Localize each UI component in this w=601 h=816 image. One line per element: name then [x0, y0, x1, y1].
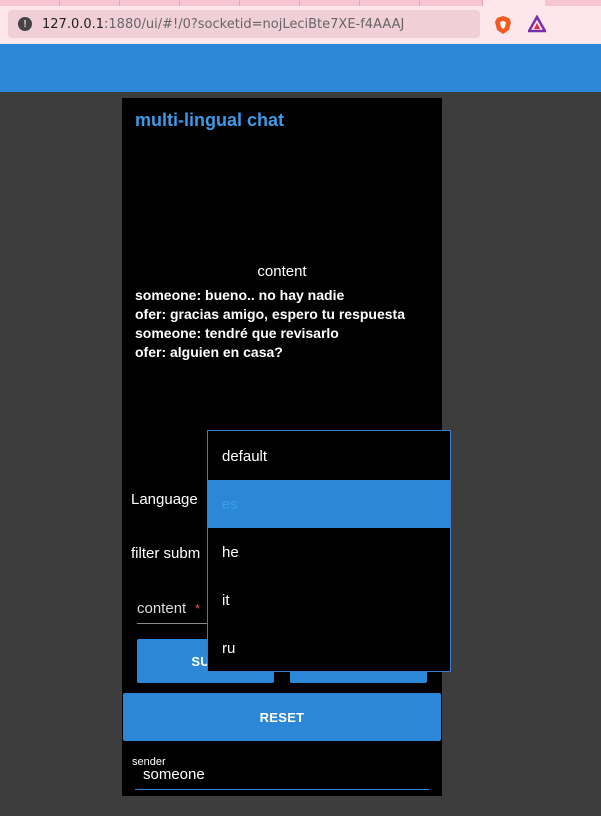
message-item: someone: bueno.. no hay nadie [135, 287, 345, 303]
dropdown-option-he[interactable]: he [208, 528, 450, 576]
info-icon[interactable]: ! [18, 17, 32, 31]
dropdown-option-ru[interactable]: ru [208, 624, 450, 672]
message-item: ofer: gracias amigo, espero tu respuesta [135, 306, 405, 322]
card-title: multi-lingual chat [135, 110, 285, 130]
required-mark: * [195, 601, 201, 616]
sender-input[interactable] [135, 766, 429, 783]
app-header [0, 44, 601, 92]
message-item: ofer: alguien en casa? [135, 344, 283, 360]
language-label: Language [131, 491, 198, 508]
brave-shield-icon[interactable] [494, 15, 512, 35]
dropdown-option-it[interactable]: it [208, 576, 450, 624]
language-dropdown-menu[interactable]: default es he it ru [207, 430, 451, 672]
dropdown-option-default[interactable]: default [208, 432, 450, 480]
address-bar-row: ! 127.0.0.1:1880/ui/#!/0?socketid=nojLec… [0, 6, 601, 44]
reset-button[interactable]: RESET [123, 693, 441, 741]
url-text[interactable]: 127.0.0.1:1880/ui/#!/0?socketid=nojLeciB… [42, 17, 404, 32]
brave-rewards-icon[interactable] [528, 15, 546, 33]
content-label: content [257, 263, 307, 280]
address-bar[interactable]: ! 127.0.0.1:1880/ui/#!/0?socketid=nojLec… [8, 10, 480, 38]
sender-field[interactable] [135, 766, 429, 790]
dropdown-option-es[interactable]: es [208, 480, 450, 528]
message-list: someone: bueno.. no hay nadie ofer: grac… [135, 286, 405, 362]
message-item: someone: tendré que revisarlo [135, 325, 339, 341]
